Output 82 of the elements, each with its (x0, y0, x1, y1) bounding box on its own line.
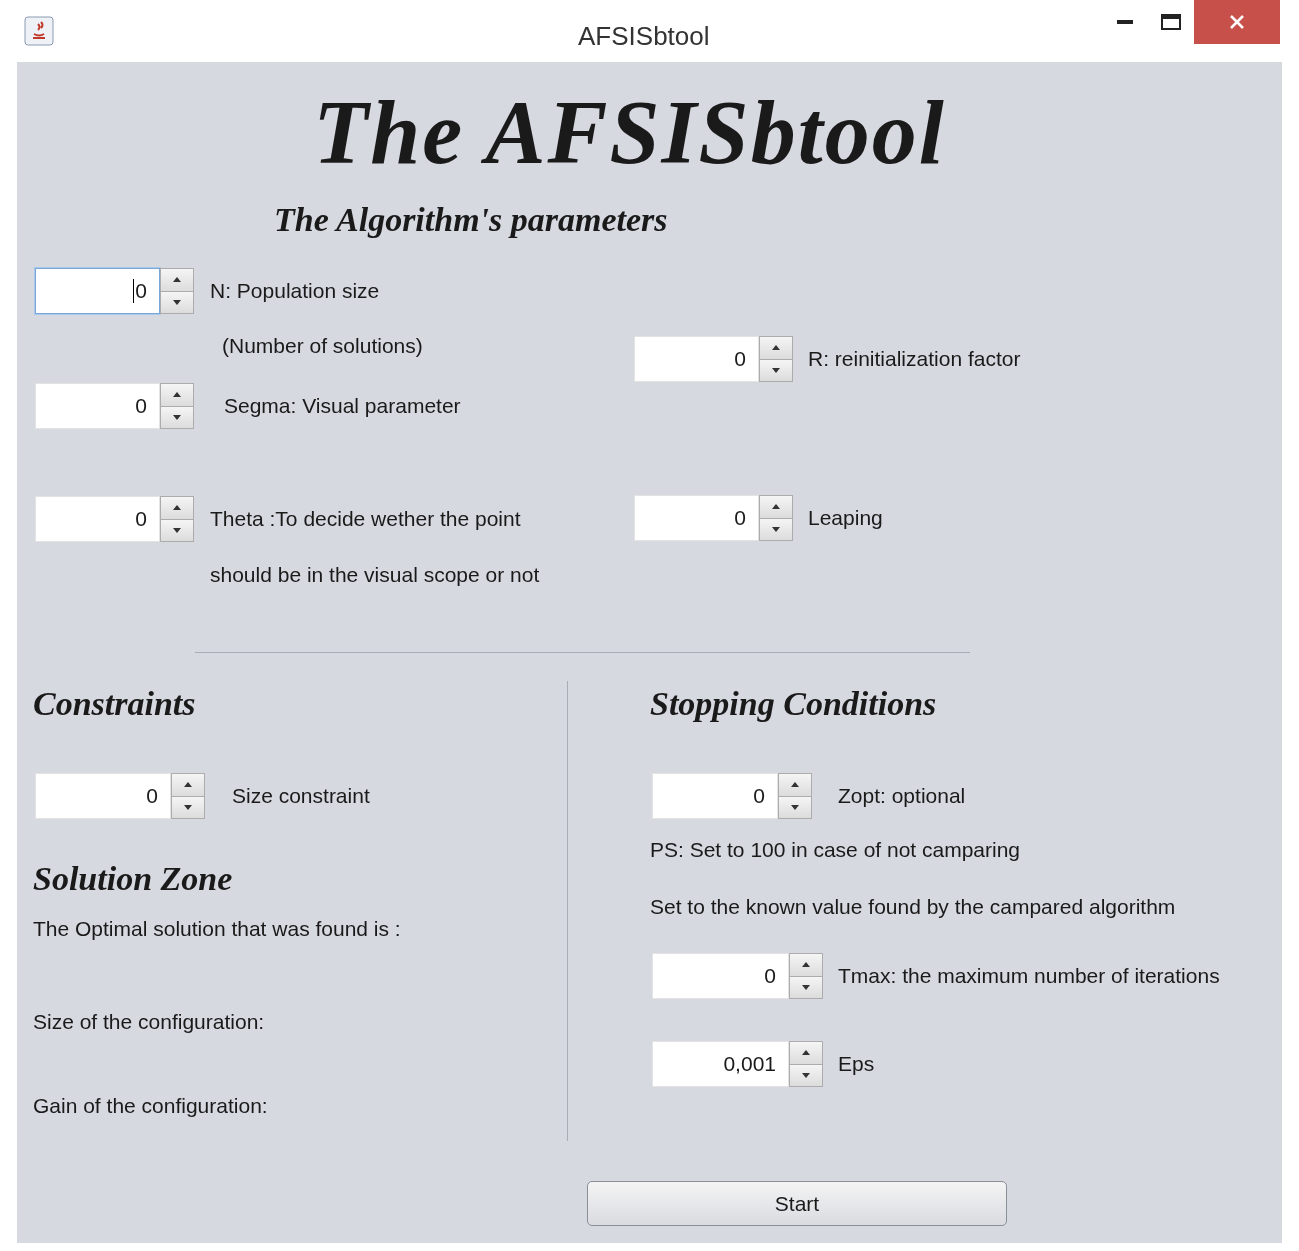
decrement-button[interactable] (790, 1064, 822, 1086)
decrement-button[interactable] (760, 518, 792, 540)
increment-button[interactable] (779, 774, 811, 797)
number-field[interactable]: 0 (652, 773, 778, 819)
increment-button[interactable] (760, 496, 792, 519)
up-triangle-icon (173, 277, 181, 283)
maximize-icon (1161, 14, 1181, 30)
down-triangle-icon (173, 527, 181, 533)
section-title: Stopping Conditions (650, 686, 938, 722)
decrement-button[interactable] (172, 796, 204, 818)
text-caret (133, 279, 135, 303)
field-label: N: Population size (210, 278, 380, 305)
decrement-button[interactable] (161, 291, 193, 313)
increment-button[interactable] (790, 1042, 822, 1065)
up-triangle-icon (184, 782, 192, 788)
close-icon (1229, 14, 1245, 30)
field-value: 0 (734, 346, 746, 373)
up-triangle-icon (802, 1050, 810, 1056)
up-triangle-icon (772, 504, 780, 510)
field-label: Zopt: optional (838, 783, 966, 810)
up-triangle-icon (772, 345, 780, 351)
field-label: R: reinitialization factor (808, 346, 1021, 373)
field-label: Eps (838, 1051, 875, 1078)
increment-button[interactable] (790, 954, 822, 977)
increment-button[interactable] (161, 497, 193, 520)
field-value: 0,001 (723, 1051, 776, 1078)
field-value: 0 (135, 393, 147, 420)
increment-button[interactable] (161, 269, 193, 292)
down-triangle-icon (772, 526, 780, 532)
hint-text: PS: Set to 100 in case of not camparing (650, 837, 1022, 863)
decrement-button[interactable] (760, 359, 792, 381)
section-title: Constraints (33, 686, 197, 722)
down-triangle-icon (802, 984, 810, 990)
down-triangle-icon (802, 1072, 810, 1078)
field-value: 0 (135, 278, 147, 305)
up-triangle-icon (173, 505, 181, 511)
field-value: 0 (734, 505, 746, 532)
section-title: Solution Zone (33, 861, 234, 897)
decrement-button[interactable] (161, 519, 193, 541)
up-triangle-icon (791, 782, 799, 788)
down-triangle-icon (173, 414, 181, 420)
increment-button[interactable] (172, 774, 204, 797)
field-label: Tmax: the maximum number of iterations (838, 963, 1220, 990)
field-value: 0 (135, 506, 147, 533)
down-triangle-icon (184, 804, 192, 810)
result-label: Gain of the configuration: (33, 1093, 269, 1119)
number-field[interactable]: 0,001 (652, 1041, 789, 1087)
decrement-button[interactable] (779, 796, 811, 818)
hint-text: Set to the known value found by the campared algorithm (650, 894, 1177, 920)
field-note: (Number of solutions) (222, 333, 424, 359)
window-title: AFSISbtool (578, 20, 710, 53)
decrement-button[interactable] (790, 976, 822, 998)
field-label: Size constraint (232, 783, 370, 810)
decrement-button[interactable] (161, 406, 193, 428)
app-heading: The AFSISbtool (313, 88, 946, 184)
down-triangle-icon (791, 804, 799, 810)
number-field[interactable]: 0 (35, 773, 171, 819)
number-field[interactable]: 0 (634, 495, 759, 541)
field-value: 0 (146, 783, 158, 810)
field-note: should be in the visual scope or not (210, 562, 541, 588)
field-label: Leaping (808, 505, 883, 532)
number-field[interactable]: 0 (652, 953, 789, 999)
increment-button[interactable] (760, 337, 792, 360)
result-label: Size of the configuration: (33, 1009, 266, 1035)
up-triangle-icon (802, 962, 810, 968)
minimize-icon (1117, 20, 1133, 24)
down-triangle-icon (772, 367, 780, 373)
section-title: The Algorithm's parameters (274, 201, 668, 238)
down-triangle-icon (173, 299, 181, 305)
field-label: Theta :To decide wether the point (210, 506, 521, 533)
result-label: The Optimal solution that was found is : (33, 916, 402, 942)
field-value: 0 (753, 783, 765, 810)
field-value: 0 (764, 963, 776, 990)
up-triangle-icon (173, 392, 181, 398)
app-icon (24, 16, 54, 46)
number-field[interactable]: 0 (634, 336, 759, 382)
field-label: Segma: Visual parameter (224, 393, 461, 420)
increment-button[interactable] (161, 384, 193, 407)
number-field[interactable]: 0 (35, 268, 160, 314)
number-field[interactable]: 0 (35, 496, 160, 542)
number-field[interactable]: 0 (35, 383, 160, 429)
start-button[interactable]: Start (587, 1181, 1007, 1226)
